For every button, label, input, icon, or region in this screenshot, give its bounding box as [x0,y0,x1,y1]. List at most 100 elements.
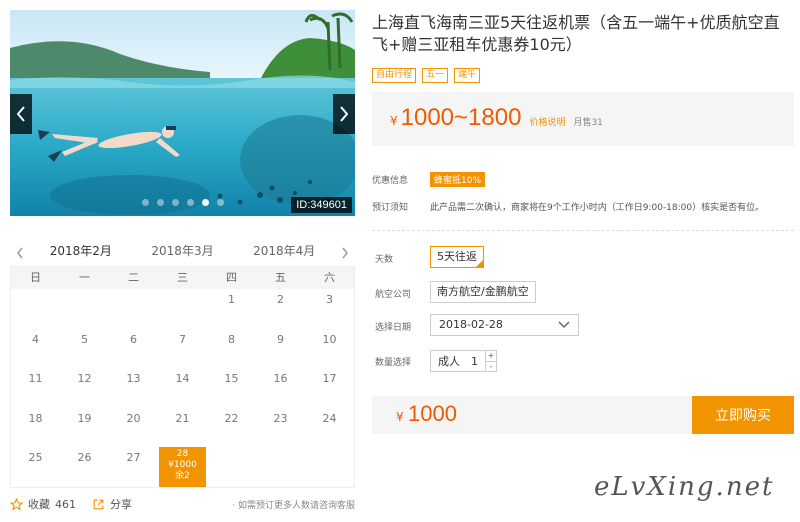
purchase-bar: ¥ 1000 立即购买 [372,396,794,434]
calendar-day: 10 [305,329,354,369]
calendar-day: 19 [60,408,109,448]
calendar: 日一二三四五六 1 2 3 4 5 6 7 8 9 10 11 12 13 14 15 16 17 18 19 20 2… [10,266,355,488]
share-button[interactable]: 分享 [92,496,132,512]
day-price: ¥1000 [168,460,197,471]
action-footer: 收藏 461 分享 · 如需预订更多人数请咨询客服 [10,494,355,514]
tag: 端午 [454,68,481,83]
day-number: 17 [322,372,337,386]
currency-symbol: ¥ [396,410,404,424]
weekday-label: 日 [30,271,41,284]
product-tags: 自由行程 五一 端午 [372,68,481,83]
day-number: 28 [176,449,189,460]
calendar-day: 3 [305,289,354,329]
weekday-header: 日一二三四五六 [11,267,354,289]
calendar-day: 5 [60,329,109,369]
favorite-count: 461 [55,497,76,511]
day-number: 27 [126,451,141,465]
slide-dot[interactable] [141,199,149,206]
weekday-label: 二 [128,271,139,284]
stepper-buttons: + - [485,351,496,371]
weekday-label: 四 [226,271,237,284]
calendar-day-available[interactable]: 28 ¥1000 余2 [159,447,206,487]
chevron-right-icon [340,106,349,122]
tab-month[interactable]: 2018年2月 [30,238,132,268]
calendar-day: 14 [158,368,207,408]
day-number: 18 [28,411,43,425]
slide-dot[interactable] [186,199,194,206]
currency-symbol: ¥ [390,114,398,128]
product-title: 上海直飞海南三亚5天往返机票（含五一端午+优质航空直飞+赠三亚租车优惠券10元） [372,13,780,54]
quantity-stepper: 成人 1 + - [430,350,497,372]
total-price: 1000 [408,401,457,426]
day-stock: 余2 [175,471,190,482]
calendar-day: 15 [207,368,256,408]
day-number: 24 [322,411,337,425]
quantity-label: 数量选择 [375,358,412,368]
day-number: 26 [77,451,92,465]
tab-month[interactable]: 2018年4月 [233,238,335,268]
calendar-day: 24 [305,408,354,448]
date-select[interactable]: 2018-02-28 [430,314,579,336]
chevron-right-icon [342,247,348,259]
month-tabs: 2018年2月 2018年3月 2018年4月 [10,238,355,268]
calendar-day: 22 [207,408,256,448]
favorite-button[interactable]: 收藏 461 [10,496,76,512]
calendar-day: 1 [207,289,256,329]
next-month-button[interactable] [335,238,355,268]
empty-cell [11,289,60,329]
calendar-day: 4 [11,329,60,369]
decrement-button[interactable]: - [486,362,496,372]
day-number: 2 [277,293,284,306]
weekday-label: 三 [177,271,188,284]
calendar-day: 16 [256,368,305,408]
day-number: 11 [28,372,43,386]
empty-cell [158,289,207,329]
day-number: 22 [224,411,239,425]
day-number: 23 [273,411,288,425]
airline-label: 航空公司 [375,290,412,300]
share-label: 分享 [110,498,132,511]
date-value: 2018-02-28 [439,318,503,331]
airline-option[interactable]: 南方航空/金鹏航空 [430,281,536,303]
weekday-label: 一 [79,271,90,284]
day-number: 7 [179,332,186,346]
day-number: 21 [175,411,190,425]
slide-dot[interactable] [216,199,224,206]
next-slide-button[interactable] [333,94,355,134]
calendar-day: 7 [158,329,207,369]
day-number: 10 [322,332,337,346]
day-number: 4 [32,332,39,346]
star-icon [10,497,23,511]
notice-text: 此产品需二次确认，商家将在9个工作小时内（工作日9:00-18:00）核实是否有… [430,203,765,213]
price-range: 1000~1800 [400,104,522,131]
price-explain-link[interactable]: 价格说明 [529,115,565,128]
calendar-day: 12 [60,368,109,408]
snorkel-photo [10,10,355,216]
hero-image: ID:349601 [10,10,355,216]
quantity-input[interactable]: 1 [471,355,485,368]
slide-dot[interactable] [171,199,179,206]
tab-month[interactable]: 2018年3月 [132,238,234,268]
chevron-left-icon [16,106,25,122]
notice-label: 预订须知 [372,203,409,213]
date-label: 选择日期 [375,323,412,333]
prev-slide-button[interactable] [10,94,32,134]
slide-dot[interactable] [156,199,164,206]
days-option[interactable]: 5天往返 [430,246,484,268]
day-number: 6 [130,332,137,346]
calendar-day: 8 [207,329,256,369]
day-number: 15 [224,372,239,386]
day-number: 20 [126,411,141,425]
days-label: 天数 [375,255,394,265]
day-number: 1 [228,293,235,306]
increment-button[interactable]: + [486,351,496,362]
calendar-day: 9 [256,329,305,369]
calendar-day: 25 [11,447,60,487]
empty-cell [60,289,109,329]
image-id-badge: ID:349601 [291,197,352,213]
day-number: 16 [273,372,288,386]
prev-month-button[interactable] [10,238,30,268]
slide-dot[interactable] [201,199,209,206]
calendar-day: 13 [109,368,158,408]
buy-now-button[interactable]: 立即购买 [692,396,794,434]
